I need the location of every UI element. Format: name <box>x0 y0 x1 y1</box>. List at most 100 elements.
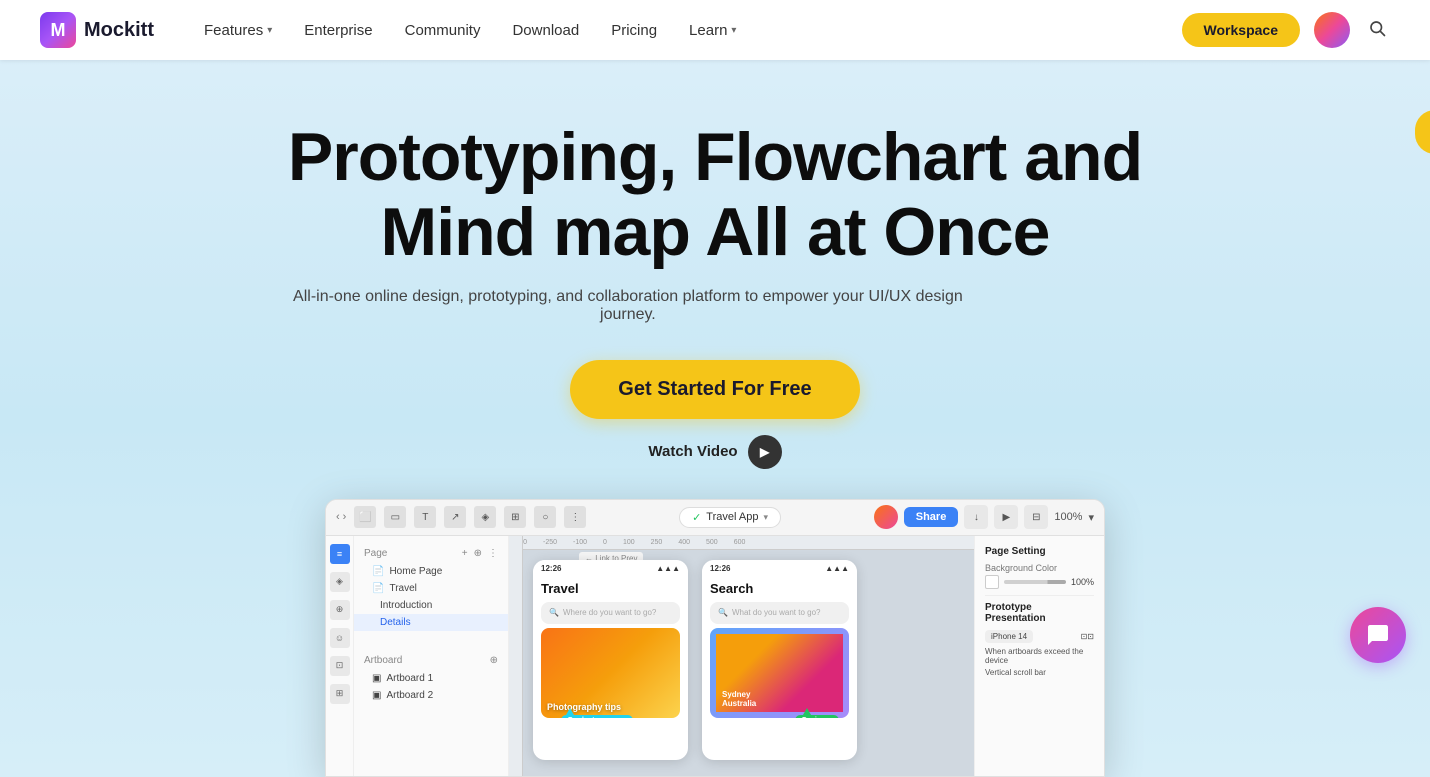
toolbar-comment-icon[interactable]: ☺ <box>330 628 350 648</box>
nav-enterprise[interactable]: Enterprise <box>290 14 386 47</box>
toolbar-history-icon[interactable]: ⊡ <box>330 656 350 676</box>
hero-section: New V8.0 Prototyping, Flowchart and Mind… <box>0 60 1430 777</box>
sydney-photo: Sydney Australia <box>716 634 843 712</box>
toolbar-layers-icon[interactable]: ≡ <box>330 544 350 564</box>
nav-learn[interactable]: Learn ▾ <box>675 14 750 47</box>
nav-pricing[interactable]: Pricing <box>597 14 671 47</box>
phone-frames: 12:26 ▲▲▲ Travel 🔍 Where do you want to … <box>523 550 974 776</box>
artboard-icon: ▣ <box>372 690 381 701</box>
page-item-travel[interactable]: 📄 Travel <box>354 580 508 597</box>
cta-button[interactable]: Get Started For Free <box>570 360 859 419</box>
cursor-triangle-blue <box>566 708 574 715</box>
add-page-icon[interactable]: + <box>462 548 468 559</box>
search-button[interactable] <box>1364 15 1390 46</box>
brand-name: Mockitt <box>84 19 154 42</box>
nav-links: Features ▾ Enterprise Community Download… <box>190 14 1182 47</box>
tool-frame-icon[interactable]: ⬜ <box>354 506 376 528</box>
product-manager-badge-wrap: Product manager <box>561 708 633 718</box>
page-icon: 📄 <box>372 566 384 577</box>
tool-circle-icon[interactable]: ○ <box>534 506 556 528</box>
play-preview-icon[interactable]: ▶ <box>994 505 1018 529</box>
hero-title-wrap: New V8.0 Prototyping, Flowchart and Mind… <box>288 120 1142 324</box>
avatar[interactable] <box>1314 12 1350 48</box>
version-badge: New V8.0 <box>1415 110 1430 154</box>
designer-badge-wrap: Designer <box>795 708 839 718</box>
right-panel: Page Setting Background Color 100% Proto… <box>974 536 1104 776</box>
phone1-title: Travel <box>533 577 688 598</box>
tool-component-icon[interactable]: ◈ <box>474 506 496 528</box>
ruler-vertical <box>509 536 523 776</box>
page-setting-title: Page Setting <box>985 546 1094 557</box>
avatar-sm <box>874 505 898 529</box>
watch-video-label: Watch Video <box>648 443 737 460</box>
project-title-pill[interactable]: ✓ Travel App ▾ <box>679 507 781 528</box>
left-toolbar: ≡ ◈ ⊕ ☺ ⊡ ⊞ <box>326 536 354 776</box>
page-more-icon[interactable]: ⋮ <box>488 548 498 559</box>
share-button[interactable]: Share <box>904 507 959 527</box>
color-swatch[interactable] <box>985 575 999 589</box>
phone2-status-bar: 12:26 ▲▲▲ <box>702 560 857 577</box>
prototype-title: Prototype Presentation <box>985 602 1094 624</box>
toolbar-assets-icon[interactable]: ◈ <box>330 572 350 592</box>
watch-video-link[interactable]: Watch Video ▶ <box>648 435 781 469</box>
artboard-item-1[interactable]: ▣ Artboard 1 <box>354 670 508 687</box>
page-item-home[interactable]: 📄 Home Page <box>354 563 508 580</box>
divider <box>985 595 1094 596</box>
opacity-percent: 100% <box>1071 577 1094 587</box>
phone2-title: Search <box>702 577 857 598</box>
canvas-area: -500 -250 -100 0 100 250 400 500 600 ← L… <box>509 536 974 776</box>
navbar: M Mockitt Features ▾ Enterprise Communit… <box>0 0 1430 60</box>
topbar-right: Share ↓ ▶ ⊟ 100% ▾ <box>874 505 1094 529</box>
hero-subtitle: All-in-one online design, prototyping, a… <box>288 288 968 324</box>
product-manager-badge: Product manager <box>561 715 633 718</box>
logo-link[interactable]: M Mockitt <box>40 12 154 48</box>
device-select[interactable]: iPhone 14 <box>985 630 1033 643</box>
search-artboard-icon[interactable]: ⊕ <box>490 655 498 666</box>
phone1-status-bar: 12:26 ▲▲▲ <box>533 560 688 577</box>
page-icon: 📄 <box>372 583 384 594</box>
tool-shape-icon[interactable]: ▭ <box>384 506 406 528</box>
left-area: ≡ ◈ ⊕ ☺ ⊡ ⊞ Page + ⊕ ⋮ 📄 <box>326 536 509 776</box>
play-icon: ▶ <box>748 435 782 469</box>
app-topbar: ‹› ⬜ ▭ T ↗ ◈ ⊞ ○ ⋮ ✓ Travel App ▾ Share … <box>326 500 1104 536</box>
device-row: iPhone 14 ⊡⊡ <box>985 630 1094 643</box>
tool-text-icon[interactable]: T <box>414 506 436 528</box>
workspace-button[interactable]: Workspace <box>1182 13 1300 47</box>
page-item-details[interactable]: Details <box>354 614 508 631</box>
page-item-intro[interactable]: Introduction <box>354 597 508 614</box>
phone1-search-bar[interactable]: 🔍 Where do you want to go? <box>541 602 680 624</box>
tool-connect-icon[interactable]: ↗ <box>444 506 466 528</box>
download-icon[interactable]: ↓ <box>964 505 988 529</box>
page-section-label: Page + ⊕ ⋮ <box>354 544 508 563</box>
phone1-image: Photography tips Product manager <box>541 628 680 718</box>
search-page-icon[interactable]: ⊕ <box>474 548 482 559</box>
logo-icon: M <box>40 12 76 48</box>
nav-features[interactable]: Features ▾ <box>190 14 286 47</box>
app-screenshot: ‹› ⬜ ▭ T ↗ ◈ ⊞ ○ ⋮ ✓ Travel App ▾ Share … <box>325 499 1105 777</box>
grid-view-icon[interactable]: ⊟ <box>1024 505 1048 529</box>
tool-more-icon[interactable]: ⋮ <box>564 506 586 528</box>
project-chevron-icon: ▾ <box>763 512 768 523</box>
designer-badge: Designer <box>795 715 839 718</box>
chat-icon <box>1366 623 1390 647</box>
phone-frame-travel: 12:26 ▲▲▲ Travel 🔍 Where do you want to … <box>533 560 688 760</box>
bg-color-row: 100% <box>985 575 1094 589</box>
zoom-chevron-icon: ▾ <box>1088 511 1094 524</box>
zoom-level: 100% <box>1054 511 1082 523</box>
pages-panel: Page + ⊕ ⋮ 📄 Home Page 📄 Travel Intr <box>354 536 509 776</box>
learn-chevron-icon: ▾ <box>731 25 736 36</box>
chat-bubble[interactable] <box>1350 607 1406 663</box>
project-name-label: Travel App <box>706 511 758 523</box>
nav-download[interactable]: Download <box>498 14 593 47</box>
tool-grid-icon[interactable]: ⊞ <box>504 506 526 528</box>
nav-community[interactable]: Community <box>391 14 495 47</box>
nav-arrows: ‹› <box>336 511 346 523</box>
toolbar-link-icon[interactable]: ⊕ <box>330 600 350 620</box>
artboard-section-label: Artboard ⊕ <box>354 651 508 670</box>
artboard-item-2[interactable]: ▣ Artboard 2 <box>354 687 508 704</box>
ruler-horizontal: -500 -250 -100 0 100 250 400 500 600 <box>509 536 974 550</box>
cursor-triangle-green <box>803 708 811 715</box>
opacity-slider[interactable] <box>1004 580 1066 584</box>
phone2-search-bar[interactable]: 🔍 What do you want to go? <box>710 602 849 624</box>
project-name-area: ✓ Travel App ▾ <box>594 507 865 528</box>
